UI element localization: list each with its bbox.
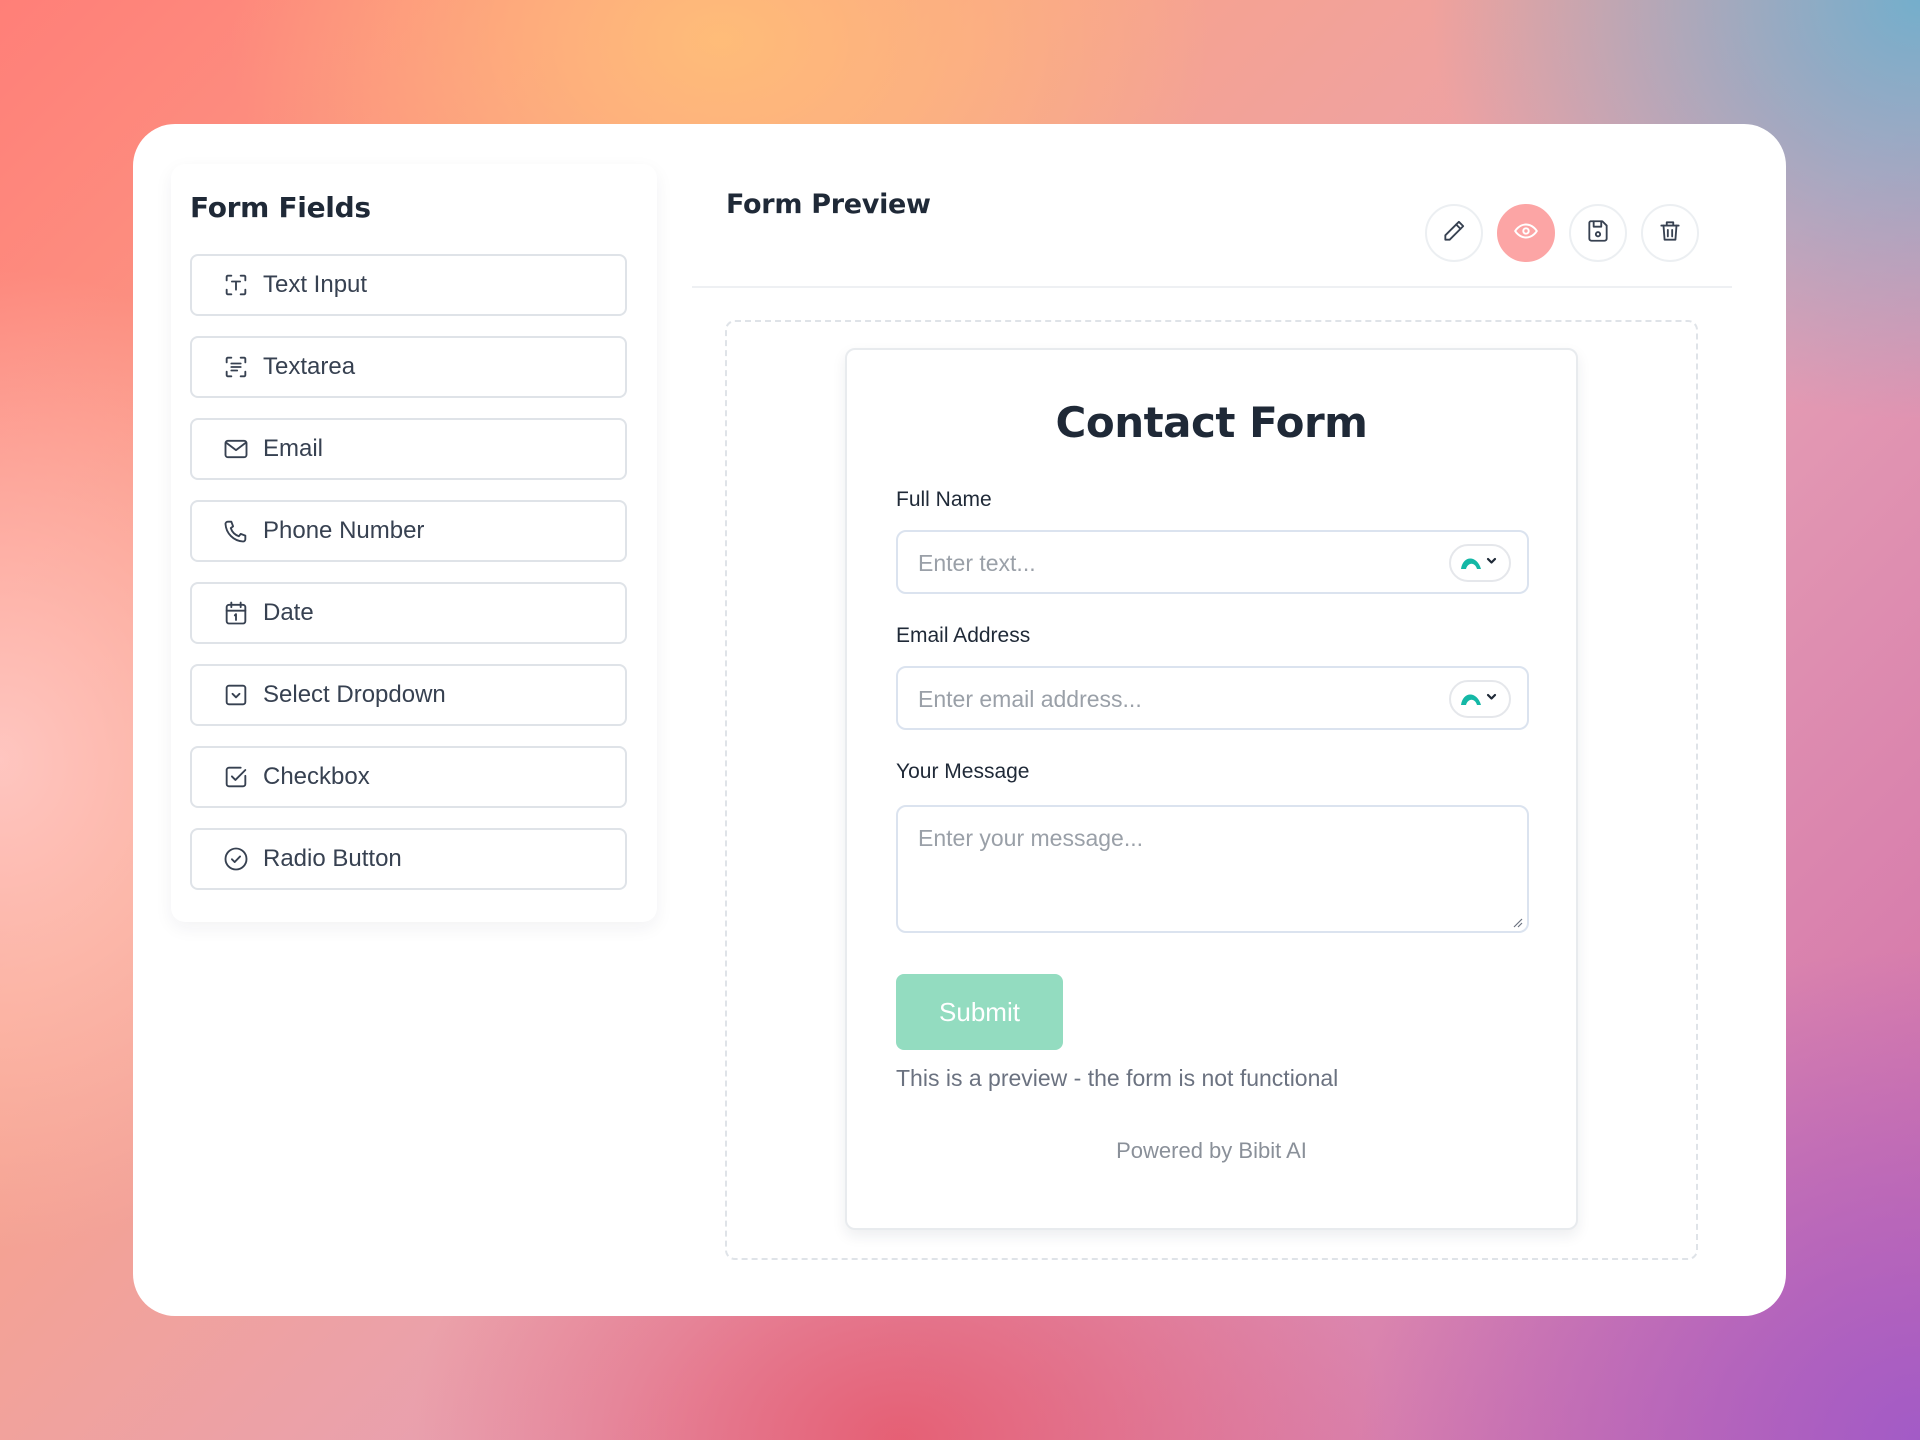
text-input-icon xyxy=(221,270,251,300)
field-item-label: Checkbox xyxy=(263,763,370,790)
message-label: Your Message xyxy=(896,760,1030,783)
delete-button[interactable] xyxy=(1641,204,1699,262)
full-name-placeholder: Enter text... xyxy=(918,550,1036,576)
trash-icon xyxy=(1657,218,1683,249)
powered-by-text: Powered by Bibit AI xyxy=(1116,1138,1307,1163)
field-item-radio-button[interactable]: Radio Button xyxy=(190,828,627,890)
field-item-textarea[interactable]: Textarea xyxy=(190,336,627,398)
field-item-label: Select Dropdown xyxy=(263,681,446,708)
message-textarea[interactable]: Enter your message... xyxy=(896,805,1529,933)
select-icon xyxy=(221,680,251,710)
phone-icon xyxy=(221,516,251,546)
save-icon xyxy=(1585,218,1611,249)
radio-icon xyxy=(221,844,251,874)
field-item-label: Date xyxy=(263,599,314,626)
field-item-date[interactable]: Date xyxy=(190,582,627,644)
field-item-label: Phone Number xyxy=(263,517,425,544)
resize-handle-icon[interactable] xyxy=(1511,915,1523,928)
checkbox-icon xyxy=(221,762,251,792)
eye-icon xyxy=(1513,218,1539,249)
field-item-select-dropdown[interactable]: Select Dropdown xyxy=(190,664,627,726)
preview-header: Form Preview xyxy=(692,164,1732,288)
ai-assist-icon xyxy=(1457,683,1503,716)
contact-form-card: Contact Form Full Name Enter text... Ema… xyxy=(845,348,1578,1230)
field-item-checkbox[interactable]: Checkbox xyxy=(190,746,627,808)
mail-icon xyxy=(221,434,251,464)
textarea-icon xyxy=(221,352,251,382)
email-placeholder: Enter email address... xyxy=(918,686,1142,712)
field-item-email[interactable]: Email xyxy=(190,418,627,480)
pencil-icon xyxy=(1441,218,1467,249)
ai-assist-toggle[interactable] xyxy=(1449,544,1511,582)
field-list: Text Input Textarea Email Phone Number D… xyxy=(190,254,627,910)
sidebar-title: Form Fields xyxy=(190,191,371,224)
field-item-label: Email xyxy=(263,435,324,462)
field-item-phone-number[interactable]: Phone Number xyxy=(190,500,627,562)
edit-button[interactable] xyxy=(1425,204,1483,262)
field-item-label: Textarea xyxy=(263,353,356,380)
preview-button[interactable] xyxy=(1497,204,1555,262)
form-drop-zone: Contact Form Full Name Enter text... Ema… xyxy=(725,320,1698,1260)
email-label: Email Address xyxy=(896,624,1031,647)
message-placeholder: Enter your message... xyxy=(918,825,1143,851)
preview-toolbar xyxy=(1425,204,1713,262)
form-preview-panel: Form Preview Contact Form Full Name Ente… xyxy=(692,164,1732,1316)
ai-assist-toggle[interactable] xyxy=(1449,680,1511,718)
calendar-icon xyxy=(221,598,251,628)
email-input[interactable]: Enter email address... xyxy=(896,666,1529,730)
submit-button[interactable]: Submit xyxy=(896,974,1063,1050)
field-item-text-input[interactable]: Text Input xyxy=(190,254,627,316)
preview-note: This is a preview - the form is not func… xyxy=(896,1065,1339,1091)
full-name-label: Full Name xyxy=(896,488,992,511)
full-name-input[interactable]: Enter text... xyxy=(896,530,1529,594)
field-item-label: Text Input xyxy=(263,271,368,298)
field-item-label: Radio Button xyxy=(263,845,402,872)
preview-title: Form Preview xyxy=(726,189,931,220)
save-button[interactable] xyxy=(1569,204,1627,262)
form-title: Contact Form xyxy=(1055,398,1368,447)
builder-card: Form Fields Text Input Textarea Email Ph… xyxy=(133,124,1786,1316)
ai-assist-icon xyxy=(1457,547,1503,580)
